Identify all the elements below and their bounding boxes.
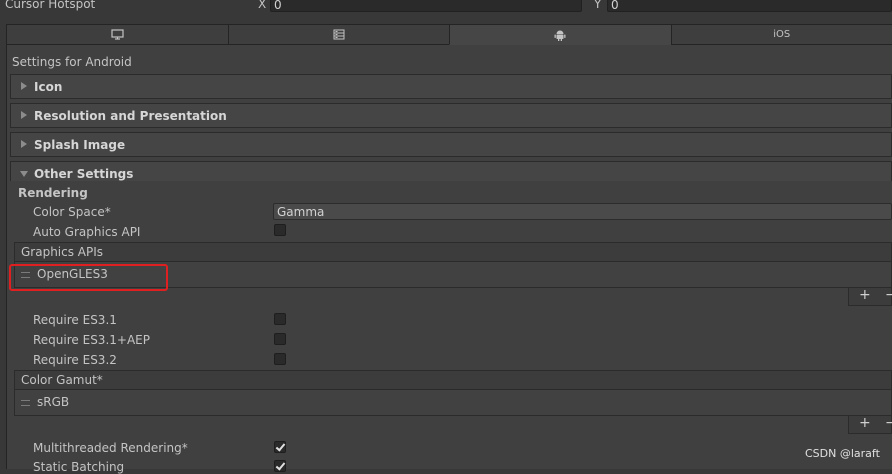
foldout-resolution-label: Resolution and Presentation xyxy=(34,109,227,123)
require-es32-label: Require ES3.2 xyxy=(33,353,117,367)
color-space-dropdown[interactable]: Gamma xyxy=(273,203,892,220)
chevron-down-icon xyxy=(20,171,28,177)
platform-tabs: iOS xyxy=(6,24,892,45)
multithreaded-rendering-label: Multithreaded Rendering* xyxy=(33,441,188,455)
static-batching-label: Static Batching xyxy=(33,460,124,474)
color-gamut-item[interactable]: sRGB xyxy=(37,395,69,409)
android-icon xyxy=(554,29,566,41)
rendering-header: Rendering xyxy=(18,186,88,200)
settings-title: Settings for Android xyxy=(12,55,132,69)
foldout-splash[interactable]: Splash Image xyxy=(10,132,892,157)
drag-handle-icon[interactable] xyxy=(21,400,30,406)
remove-button[interactable]: − xyxy=(885,287,892,303)
hotspot-y-label: Y xyxy=(594,0,601,11)
remove-button[interactable]: − xyxy=(885,415,892,431)
chevron-right-icon xyxy=(21,140,27,148)
multithreaded-rendering-checkbox[interactable] xyxy=(274,441,286,453)
chevron-right-icon xyxy=(21,82,27,90)
add-button[interactable]: + xyxy=(859,415,871,431)
hotspot-x-label: X xyxy=(258,0,266,11)
tab-ios-label: iOS xyxy=(773,29,790,40)
tab-standalone[interactable] xyxy=(6,24,228,45)
hotspot-y-field[interactable]: 0 xyxy=(607,0,892,12)
cursor-hotspot-label: Cursor Hotspot xyxy=(5,0,95,11)
require-es31-checkbox[interactable] xyxy=(274,313,286,325)
require-es31-label: Require ES3.1 xyxy=(33,313,117,327)
foldout-splash-label: Splash Image xyxy=(34,138,125,152)
auto-graphics-api-label: Auto Graphics API xyxy=(33,225,140,239)
hotspot-x-field[interactable]: 0 xyxy=(270,0,582,12)
require-es32-checkbox[interactable] xyxy=(274,353,286,365)
highlight-box xyxy=(9,264,168,291)
require-es31-aep-checkbox[interactable] xyxy=(274,333,286,345)
server-icon xyxy=(333,29,345,40)
foldout-resolution[interactable]: Resolution and Presentation xyxy=(10,103,892,128)
color-gamut-label: Color Gamut* xyxy=(21,373,103,387)
tab-ios[interactable]: iOS xyxy=(671,24,892,45)
foldout-other-label: Other Settings xyxy=(34,167,133,181)
auto-graphics-api-checkbox[interactable] xyxy=(274,224,286,236)
foldout-icon[interactable]: Icon xyxy=(10,74,892,99)
watermark-text: CSDN @laraft xyxy=(805,447,880,460)
static-batching-checkbox[interactable] xyxy=(274,460,286,472)
graphics-apis-label: Graphics APIs xyxy=(21,245,103,259)
foldout-icon-label: Icon xyxy=(34,80,62,94)
graphics-apis-header: Graphics APIs xyxy=(14,242,892,262)
add-button[interactable]: + xyxy=(859,287,871,303)
tab-android[interactable] xyxy=(449,24,671,45)
graphics-apis-buttons: + − xyxy=(848,288,892,306)
chevron-right-icon xyxy=(21,111,27,119)
color-gamut-list: sRGB xyxy=(14,390,892,416)
tab-server[interactable] xyxy=(228,24,450,45)
monitor-icon xyxy=(111,29,124,40)
color-space-label: Color Space* xyxy=(33,205,111,219)
color-gamut-buttons: + − xyxy=(848,416,892,434)
foldout-other-settings[interactable]: Other Settings xyxy=(10,161,892,181)
require-es31-aep-label: Require ES3.1+AEP xyxy=(33,333,150,347)
color-gamut-header: Color Gamut* xyxy=(14,370,892,390)
